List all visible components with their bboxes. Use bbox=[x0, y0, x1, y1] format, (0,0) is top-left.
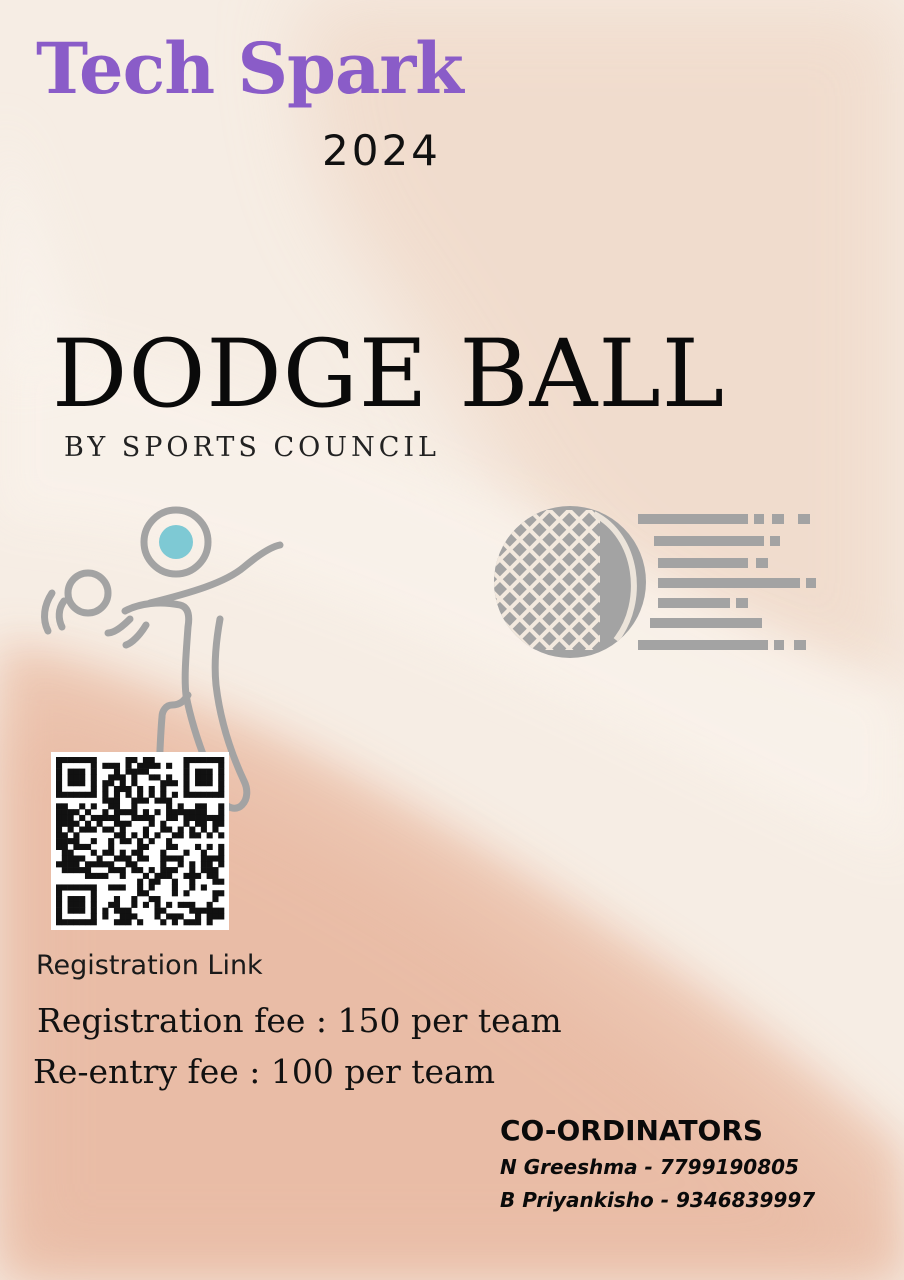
coordinator-contact: B Priyankisho - 9346839997 bbox=[500, 1188, 816, 1212]
moving-ball-icon bbox=[494, 506, 816, 658]
registration-fee: Registration fee : 150 per team bbox=[37, 1001, 562, 1040]
coordinators-heading: CO-ORDINATORS bbox=[500, 1114, 764, 1147]
event-year: 2024 bbox=[322, 126, 441, 175]
coordinator-contact: N Greeshma - 7799190805 bbox=[500, 1155, 799, 1179]
event-name: Tech Spark bbox=[36, 27, 464, 110]
registration-qr-code[interactable] bbox=[51, 752, 229, 930]
qr-code-pattern bbox=[56, 757, 225, 926]
poster: Tech Spark 2024 DODGE BALL BY SPORTS COU… bbox=[0, 0, 904, 1280]
reentry-fee: Re-entry fee : 100 per team bbox=[33, 1052, 495, 1091]
game-subtitle: BY SPORTS COUNCIL bbox=[64, 432, 440, 463]
game-title: DODGE BALL bbox=[52, 320, 726, 429]
player-head-accent bbox=[159, 525, 193, 559]
registration-link-label[interactable]: Registration Link bbox=[36, 950, 263, 982]
